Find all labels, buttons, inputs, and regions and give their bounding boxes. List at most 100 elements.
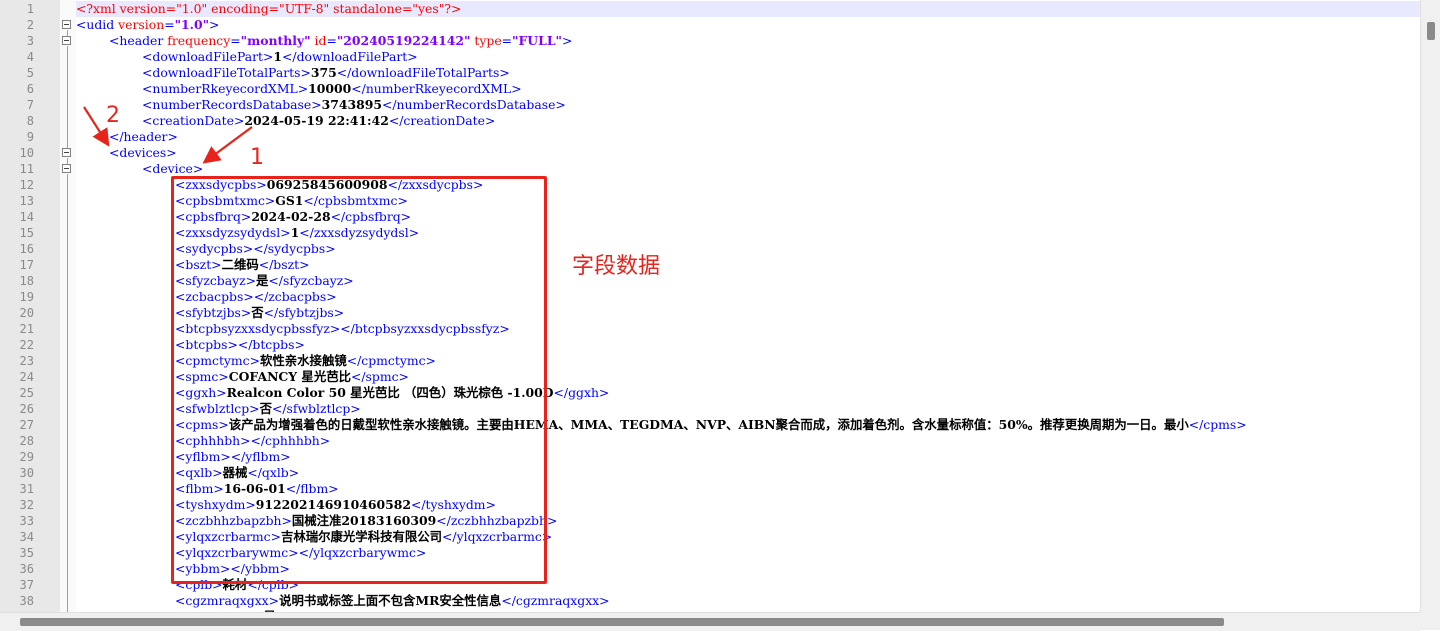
code-line[interactable]: <numberRkeyecordXML>10000</numberRkeyeco… [142,81,522,97]
xml-open-tag: <device [142,161,193,176]
line-number: 5 [26,66,34,80]
xml-element-close: </numberRecordsDatabase> [382,97,566,112]
scrollbar-corner [1420,612,1440,630]
line-number: 20 [19,306,34,320]
line-number: 37 [19,578,34,592]
line-number: 18 [19,274,34,288]
xml-attribute-value: "1.0" [174,17,210,32]
fold-toggle-icon[interactable] [62,148,71,157]
fold-margin [60,0,76,612]
line-number: 2 [26,18,34,32]
line-number: 31 [19,482,34,496]
xml-equals: = [326,33,337,48]
line-number: 6 [26,82,34,96]
line-number: 24 [19,370,34,384]
fold-guide-line [67,141,68,148]
horizontal-scrollbar[interactable] [0,612,1420,631]
line-number: 23 [19,354,34,368]
horizontal-scroll-thumb[interactable] [20,618,1224,626]
fold-toggle-icon[interactable] [62,164,71,173]
line-number: 15 [19,226,34,240]
xml-attribute-name: id [314,33,327,48]
code-line[interactable]: <numberRecordsDatabase>3743895</numberRe… [142,97,566,113]
code-line[interactable]: </header> [109,129,178,145]
code-line[interactable]: <cgzmraqxgxx>说明书或标签上面不包含MR安全性信息</cgzmraq… [175,593,610,609]
line-number: 27 [19,418,34,432]
annotation-field-data-label: 字段数据 [572,254,661,279]
vertical-scroll-thumb[interactable] [1427,22,1435,40]
line-number: 10 [19,146,34,160]
xml-open-tag: <udid [76,17,115,32]
code-line[interactable]: <downloadFilePart>1</downloadFilePart> [142,49,418,65]
line-number: 30 [19,466,34,480]
xml-attribute-value: "monthly" [240,33,311,48]
line-number: 14 [19,210,34,224]
xml-tag-end: > [209,17,220,32]
xml-equals: = [164,17,175,32]
line-number: 25 [19,386,34,400]
fold-toggle-icon[interactable] [62,20,71,29]
line-number: 13 [19,194,34,208]
xml-element-close: </downloadFilePart> [282,49,418,64]
fold-guide-line [67,30,68,36]
line-number: 33 [19,514,34,528]
line-number: 34 [19,530,34,544]
line-number: 32 [19,498,34,512]
xml-element-value: 说明书或标签上面不包含MR安全性信息 [279,593,502,608]
fold-toggle-icon[interactable] [62,36,71,45]
annotation-number-2: 2 [106,103,120,128]
code-line[interactable]: <downloadFileTotalParts>375</downloadFil… [142,65,510,81]
code-line[interactable]: <header frequency="monthly" id="20240519… [109,33,572,49]
line-number: 1 [26,2,34,16]
xml-attribute-name: version [118,17,165,32]
xml-element-close: </downloadFileTotalParts> [336,65,510,80]
line-number: 35 [19,546,34,560]
xml-equals: = [230,33,241,48]
xml-element-value: 2024-05-19 22:41:42 [244,113,389,128]
line-number: 22 [19,338,34,352]
code-line[interactable]: <devices> [109,145,177,161]
xml-element-open: <numberRkeyecordXML> [142,81,309,96]
code-line[interactable]: <?xml version="1.0" encoding="UTF-8" sta… [76,1,461,17]
xml-element-open: <numberRecordsDatabase> [142,97,322,112]
xml-open-tag: <devices [109,145,167,160]
xml-attribute-name: type [474,33,502,48]
xml-tag-end: > [192,161,204,176]
xml-element-open: <downloadFileTotalParts> [142,65,311,80]
line-number: 17 [19,258,34,272]
xml-element-value: 375 [310,65,337,80]
xml-element-value: 10000 [308,81,352,96]
xml-element-close: </creationDate> [388,113,496,128]
line-number: 3 [26,34,34,48]
annotation-number-1: 1 [250,145,264,170]
line-number: 38 [19,594,34,608]
xml-attribute-value: "FULL" [512,33,562,48]
xml-tag-end: > [166,145,177,160]
xml-tag-end: > [562,33,573,48]
line-number: 19 [19,290,34,304]
code-line[interactable]: <udid version="1.0"> [76,17,219,33]
code-line[interactable]: <device> [142,161,203,177]
line-number-gutter: 1 2 3 4 5 6 7 8 9 10 11 12 13 14 15 16 17 18 19 20 21 22 23 24 2… [0,0,61,612]
vertical-scrollbar[interactable] [1420,0,1440,612]
xml-equals: = [501,33,513,48]
line-number: 21 [19,322,34,336]
xml-element-close: </ggxh> [553,385,610,400]
code-line[interactable]: <creationDate>2024-05-19 22:41:42</creat… [142,113,495,129]
xml-element-close: </cpms> [1188,417,1247,432]
xml-editor[interactable]: 1 2 3 4 5 6 7 8 9 10 11 12 13 14 15 16 17 18 19 20 21 22 23 24 2… [0,0,1440,631]
fold-guide-line [67,46,68,144]
line-number: 16 [19,242,34,256]
line-number: 9 [26,130,34,144]
annotation-highlight-box [171,176,547,584]
xml-element-close: </cgzmraqxgxx> [501,593,610,608]
xml-close-tag: </header> [109,129,178,144]
fold-guide-line [67,174,68,612]
xml-element-open: <downloadFilePart> [142,49,274,64]
xml-open-tag: <header [109,33,164,48]
line-number: 28 [19,434,34,448]
xml-declaration: <?xml version="1.0" encoding="UTF-8" sta… [76,1,462,16]
line-number: 7 [26,98,34,112]
line-number: 36 [19,562,34,576]
line-number: 26 [19,402,34,416]
